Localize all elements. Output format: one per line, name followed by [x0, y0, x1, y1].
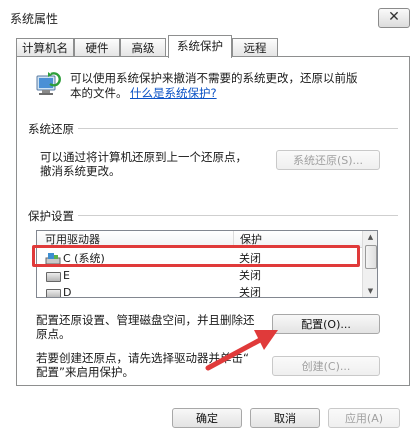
drive-icon — [46, 289, 61, 297]
tab-remote[interactable]: 远程 — [232, 38, 278, 56]
drive-protection-status: 关闭 — [239, 286, 261, 298]
drive-icon — [46, 272, 61, 282]
red-arrow-icon — [200, 318, 290, 378]
tab-advanced[interactable]: 高级 — [120, 38, 166, 56]
list-item-drive-e[interactable]: E 关闭 — [37, 267, 362, 284]
apply-button[interactable]: 应用(A) — [328, 408, 400, 428]
list-scrollbar[interactable]: ▲ ▼ — [362, 231, 377, 297]
drive-name: D — [63, 286, 72, 298]
protection-settings-group-title: 保护设置 — [28, 209, 74, 223]
scroll-down-arrow-icon[interactable]: ▼ — [363, 285, 377, 297]
scroll-up-arrow-icon[interactable]: ▲ — [363, 231, 377, 243]
system-protection-icon — [34, 70, 62, 98]
scroll-thumb[interactable] — [365, 245, 377, 269]
protection-settings-divider — [78, 215, 398, 216]
configure-text-line2: 原点。 — [36, 327, 71, 341]
system-restore-text-line2: 撤消系统更改。 — [40, 164, 121, 178]
tab-system-protection[interactable]: 系统保护 — [168, 35, 232, 58]
drive-name: E — [63, 269, 70, 282]
system-restore-divider — [78, 128, 398, 129]
drive-c-highlight — [32, 245, 360, 267]
system-restore-group-title: 系统还原 — [28, 122, 74, 136]
window-title: 系统属性 — [10, 12, 59, 26]
list-item-drive-d[interactable]: D 关闭 — [37, 284, 362, 298]
close-button[interactable]: ✕ — [378, 8, 410, 28]
ok-button[interactable]: 确定 — [172, 408, 242, 428]
system-restore-button[interactable]: 系统还原(S)... — [276, 150, 380, 170]
drive-protection-status: 关闭 — [239, 269, 261, 282]
tab-computer-name[interactable]: 计算机名 — [16, 38, 74, 56]
system-restore-text-line1: 可以通过将计算机还原到上一个还原点， — [40, 150, 247, 164]
create-text-line2: 配置”来启用保护。 — [36, 365, 134, 379]
intro-text-line1: 可以使用系统保护来撤消不需要的系统更改，还原以前版 — [70, 71, 358, 85]
title-bar — [0, 0, 420, 34]
what-is-system-protection-link[interactable]: 什么是系统保护? — [130, 86, 217, 100]
tab-hardware[interactable]: 硬件 — [74, 38, 120, 56]
cancel-button[interactable]: 取消 — [250, 408, 320, 428]
intro-text-line2: 本的文件。 — [70, 86, 128, 100]
